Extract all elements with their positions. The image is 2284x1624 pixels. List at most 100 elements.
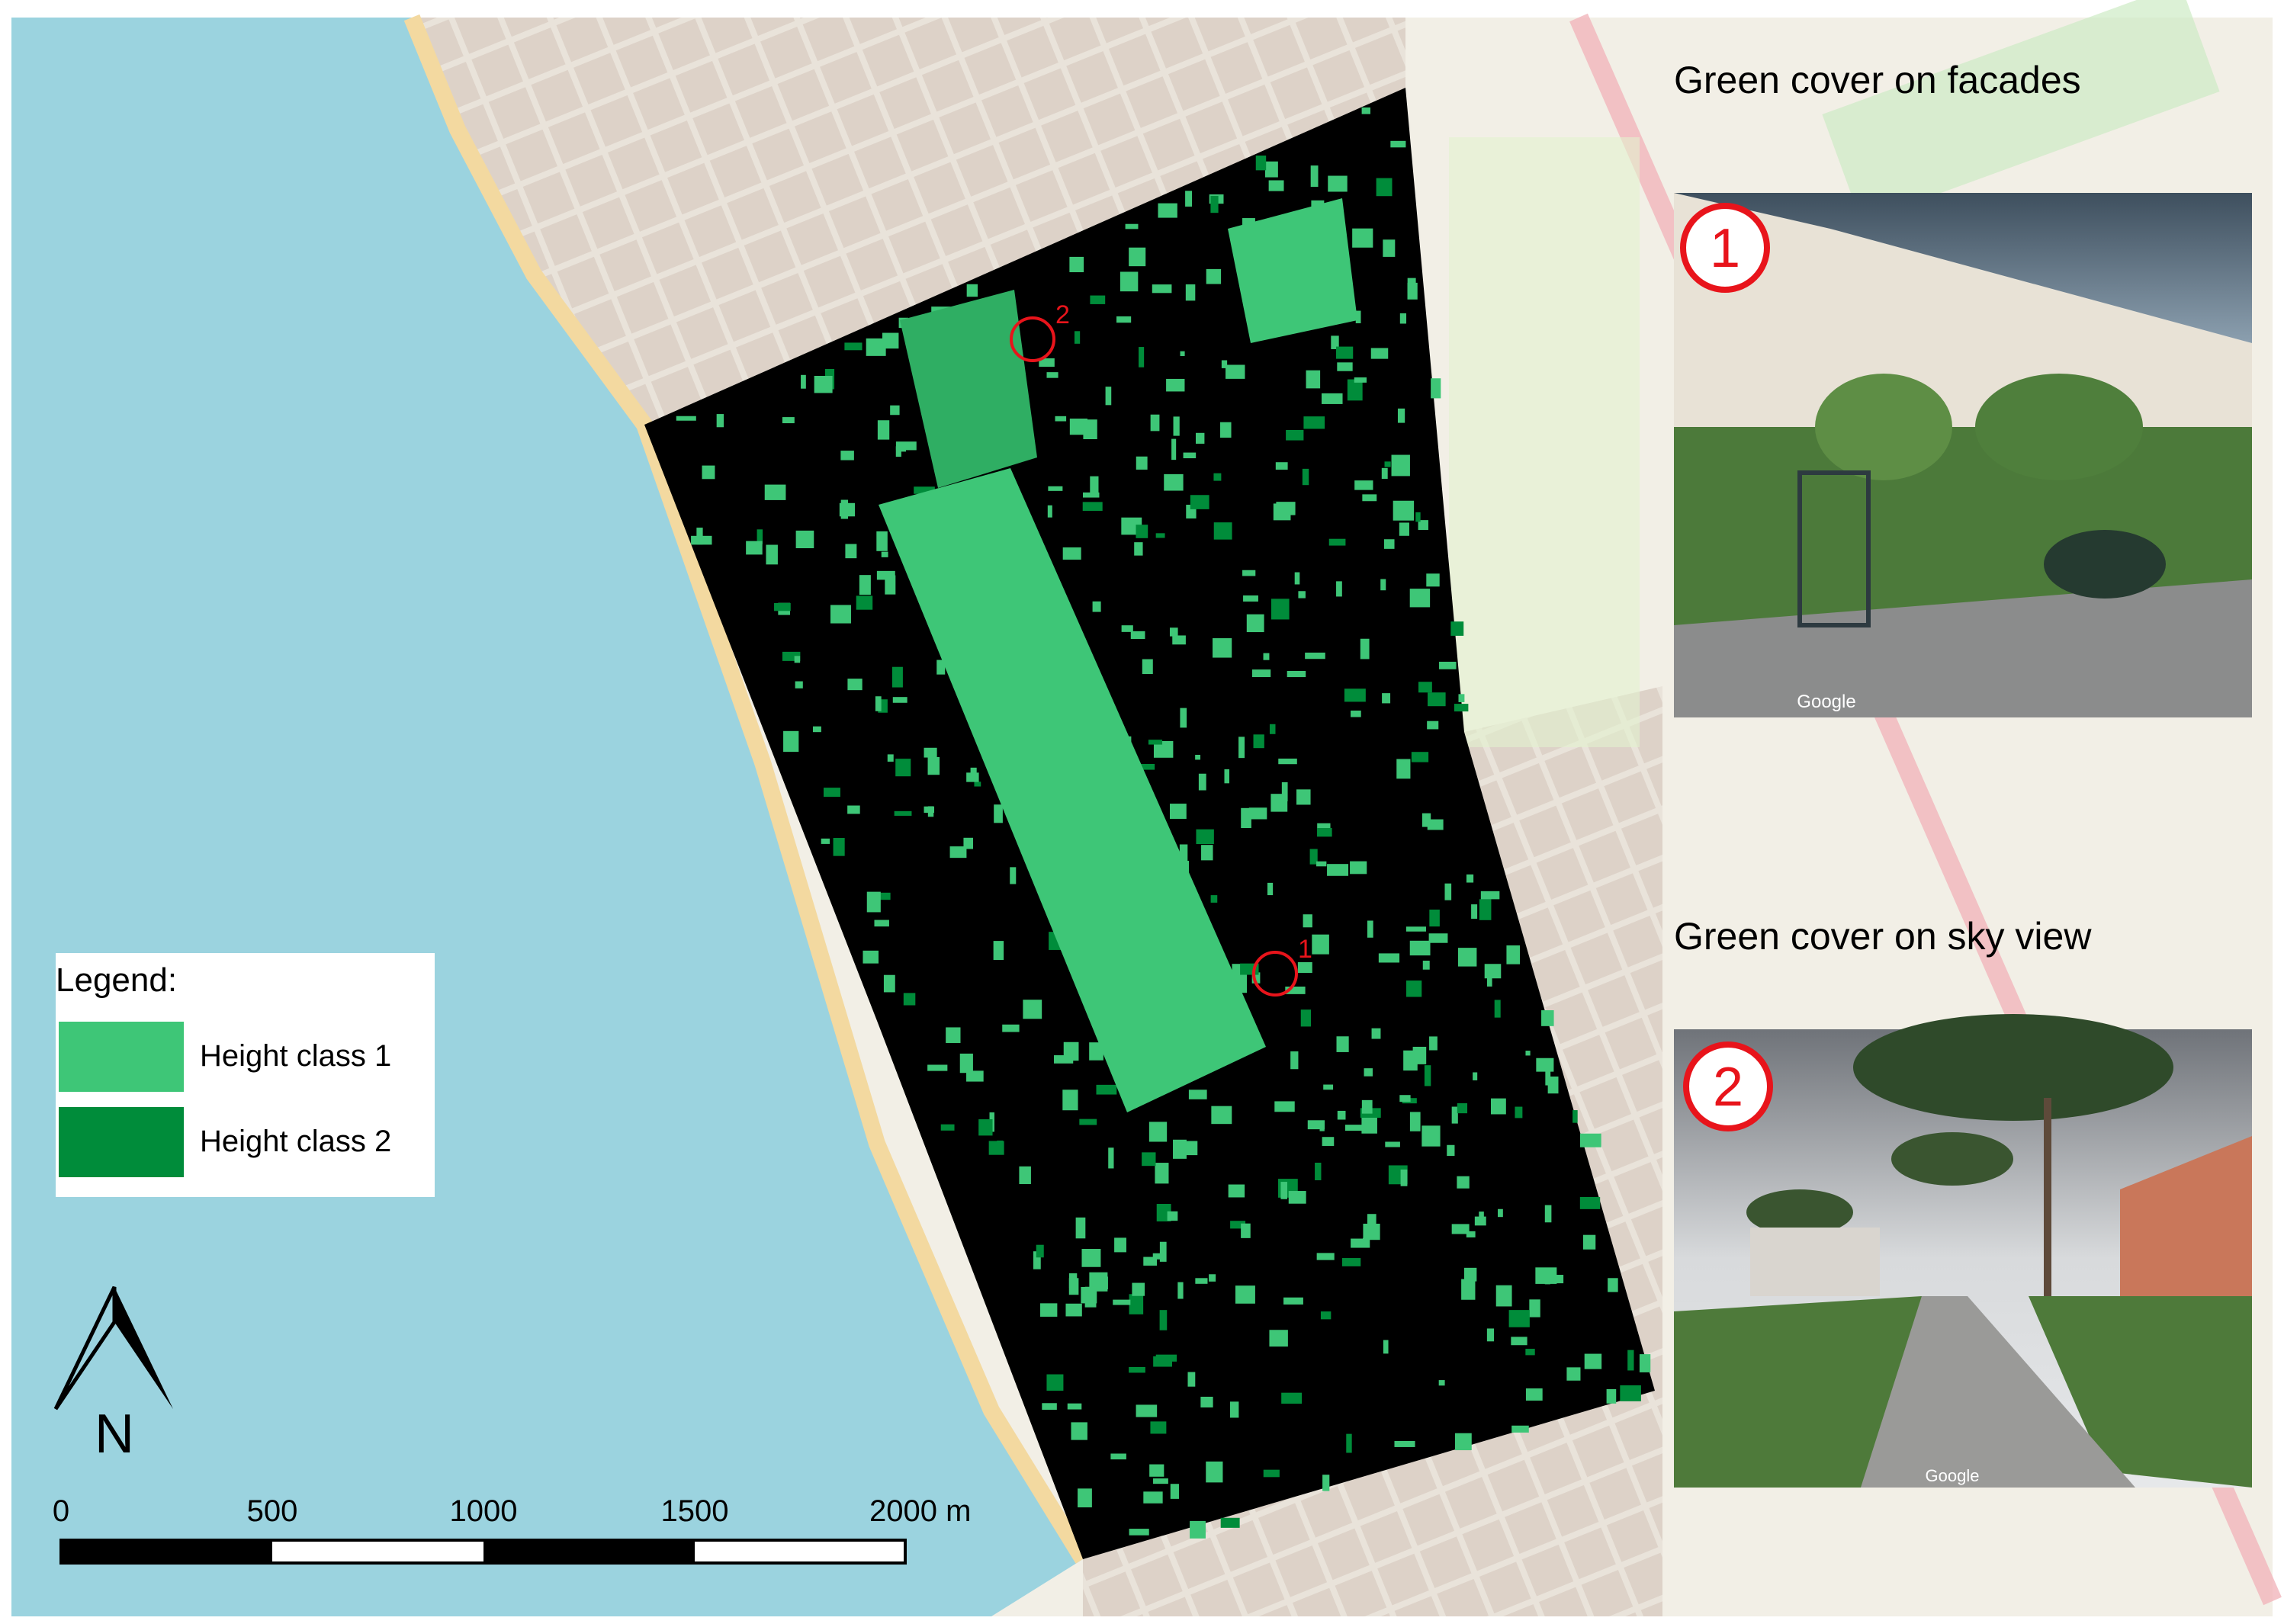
legend-label-class-1: Height class 1 (200, 1039, 391, 1073)
vegetation-patch (1200, 1396, 1213, 1407)
north-label: N (95, 1404, 134, 1465)
vegetation-patch (1190, 1520, 1206, 1539)
map-figure: 1 2 Legend: Height class 1 Height class … (11, 0, 2282, 1616)
vegetation-patch (1241, 1223, 1251, 1238)
vegetation-patch (1166, 378, 1185, 392)
vegetation-patch (1608, 1278, 1618, 1292)
vegetation-patch (1290, 1051, 1299, 1070)
vegetation-patch (1206, 1461, 1223, 1483)
vegetation-patch (1082, 492, 1100, 498)
vegetation-patch (880, 892, 891, 900)
vegetation-patch (716, 414, 724, 428)
vegetation-patch (1264, 161, 1278, 178)
vegetation-patch (1351, 710, 1361, 717)
vegetation-patch (856, 595, 873, 610)
vegetation-patch (1323, 1084, 1334, 1090)
vegetation-patch (1023, 1000, 1042, 1019)
vegetation-patch (1479, 899, 1492, 920)
vegetation-patch (1303, 914, 1312, 928)
vegetation-patch (830, 605, 851, 624)
vegetation-patch (1312, 934, 1329, 955)
vegetation-patch (1129, 247, 1146, 267)
vegetation-patch (1411, 752, 1429, 762)
vegetation-patch (1427, 721, 1439, 730)
vegetation-patch (1158, 203, 1177, 218)
vegetation-patch (1136, 525, 1148, 538)
vegetation-patch (1173, 416, 1180, 436)
vegetation-patch (877, 420, 890, 440)
vegetation-patch (1092, 601, 1101, 612)
vegetation-patch (1063, 1041, 1079, 1061)
vegetation-patch (1439, 661, 1457, 669)
vegetation-patch (1046, 372, 1058, 378)
vegetation-patch (1457, 948, 1477, 967)
vegetation-patch (1173, 1139, 1187, 1159)
vegetation-patch (1082, 502, 1103, 511)
vegetation-patch (1384, 461, 1391, 467)
vegetation-patch (1352, 228, 1373, 248)
scale-label-500: 500 (247, 1494, 298, 1528)
vegetation-patch (1090, 476, 1099, 493)
vegetation-patch (1444, 883, 1452, 900)
vegetation-patch (1188, 1090, 1207, 1099)
vegetation-patch (1302, 468, 1309, 486)
vegetation-patch (839, 502, 856, 517)
vegetation-patch (1322, 1475, 1330, 1491)
vegetation-patch (1283, 1297, 1303, 1305)
vegetation-patch (1415, 512, 1421, 522)
vegetation-patch (1081, 1249, 1101, 1267)
vegetation-patch (1195, 755, 1201, 760)
vegetation-patch (1129, 1366, 1145, 1373)
vegetation-patch (833, 838, 845, 856)
vegetation-patch (1213, 473, 1222, 481)
vegetation-patch (1040, 1303, 1058, 1317)
vegetation-patch (702, 465, 715, 480)
vegetation-patch (1246, 614, 1264, 633)
vegetation-patch (1639, 1354, 1651, 1372)
vegetation-patch (1226, 364, 1245, 379)
vegetation-patch (874, 920, 889, 927)
vegetation-patch (1511, 1425, 1529, 1433)
vegetation-patch (1078, 1488, 1092, 1508)
vegetation-patch (1263, 1469, 1280, 1478)
vegetation-patch (1350, 861, 1367, 875)
vegetation-patch (898, 445, 906, 452)
vegetation-patch (993, 941, 1004, 961)
vegetation-patch (1055, 416, 1067, 422)
vegetation-patch (1466, 874, 1474, 883)
vegetation-patch (1484, 964, 1502, 979)
vegetation-patch (1164, 473, 1184, 491)
vegetation-patch (924, 747, 937, 758)
vegetation-patch (794, 656, 801, 663)
vegetation-patch (1220, 1517, 1240, 1528)
vegetation-patch (1281, 1392, 1303, 1404)
vegetation-patch (1399, 522, 1409, 536)
vegetation-patch (894, 810, 912, 816)
vegetation-patch (1170, 1484, 1179, 1499)
vegetation-patch (1529, 1299, 1540, 1317)
vegetation-patch (1422, 960, 1430, 970)
vegetation-patch (1213, 638, 1232, 658)
vegetation-patch (1068, 1278, 1079, 1295)
vegetation-patch (1149, 1464, 1164, 1477)
vegetation-patch (994, 804, 1003, 823)
vegetation-patch (1276, 502, 1296, 515)
vegetation-patch (1490, 1098, 1506, 1115)
vegetation-patch (1361, 107, 1370, 114)
vegetation-patch (1116, 316, 1132, 323)
vegetation-patch (1229, 1401, 1239, 1418)
vegetation-patch (1508, 1310, 1530, 1327)
vegetation-patch (1096, 1084, 1117, 1095)
vegetation-patch (966, 772, 979, 782)
vegetation-patch (863, 950, 879, 964)
vegetation-patch (1169, 627, 1178, 637)
vegetation-patch (1210, 895, 1218, 903)
vegetation-patch (1367, 1214, 1377, 1231)
vegetation-patch (1180, 708, 1187, 728)
vegetation-patch (1150, 1421, 1167, 1434)
vegetation-patch (1177, 1282, 1184, 1299)
vegetation-patch (978, 1119, 993, 1136)
vegetation-patch (1169, 804, 1187, 819)
vegetation-patch (1341, 1258, 1361, 1266)
vegetation-patch (1426, 573, 1440, 587)
